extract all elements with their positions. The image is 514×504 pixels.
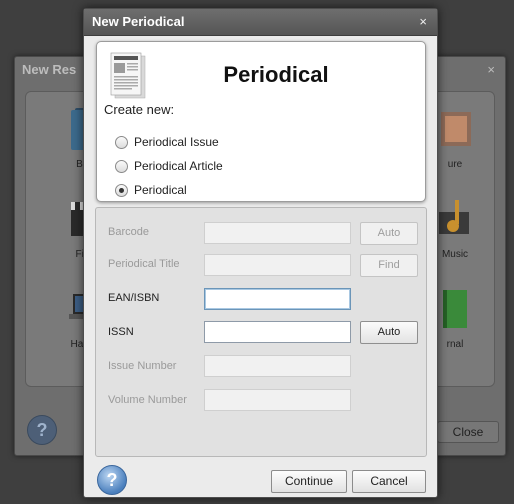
- help-icon[interactable]: ?: [97, 465, 127, 495]
- barcode-label: Barcode: [108, 226, 149, 238]
- background-help-icon: ?: [27, 415, 57, 445]
- ean-isbn-label: EAN/ISBN: [108, 292, 160, 304]
- issue-number-label: Issue Number: [108, 360, 177, 372]
- cancel-button[interactable]: Cancel: [352, 470, 426, 493]
- background-close-button: Close: [437, 421, 499, 443]
- background-window-title: New Res: [22, 62, 77, 77]
- option-periodical[interactable]: Periodical: [115, 183, 187, 197]
- dialog-titlebar: New Periodical ×: [84, 9, 437, 36]
- option-label: Periodical: [134, 183, 187, 197]
- ean-isbn-field[interactable]: [204, 288, 351, 310]
- option-label: Periodical Article: [134, 159, 223, 173]
- periodical-title-label: Periodical Title: [108, 258, 180, 270]
- continue-button[interactable]: Continue: [271, 470, 347, 493]
- periodical-title-field: [204, 254, 351, 276]
- close-icon[interactable]: ×: [419, 14, 427, 29]
- volume-number-field: [204, 389, 351, 411]
- barcode-field: [204, 222, 351, 244]
- radio-button[interactable]: [115, 159, 128, 173]
- dialog-title: New Periodical: [92, 14, 185, 29]
- periodical-form: Barcode Auto Periodical Title Find EAN/I…: [95, 207, 427, 457]
- create-type-box: Periodical Create new: Periodical Issue …: [96, 41, 426, 202]
- option-periodical-issue[interactable]: Periodical Issue: [115, 135, 219, 149]
- barcode-auto-button: Auto: [360, 222, 418, 245]
- volume-number-label: Volume Number: [108, 394, 187, 406]
- new-periodical-dialog: New Periodical × Periodical Create new: …: [83, 8, 438, 498]
- picture-icon: [441, 112, 471, 146]
- background-close-icon: ×: [487, 62, 495, 77]
- issn-auto-button[interactable]: Auto: [360, 321, 418, 344]
- radio-button-selected[interactable]: [115, 183, 128, 197]
- find-button: Find: [360, 254, 418, 277]
- create-new-label: Create new:: [104, 102, 175, 117]
- header-title: Periodical: [223, 62, 329, 87]
- music-note-icon: [439, 200, 469, 234]
- option-label: Periodical Issue: [134, 135, 219, 149]
- issue-number-field: [204, 355, 351, 377]
- journal-icon: [443, 290, 467, 328]
- issn-field[interactable]: [204, 321, 351, 343]
- option-periodical-article[interactable]: Periodical Article: [115, 159, 223, 173]
- issn-label: ISSN: [108, 326, 134, 338]
- radio-button[interactable]: [115, 135, 128, 149]
